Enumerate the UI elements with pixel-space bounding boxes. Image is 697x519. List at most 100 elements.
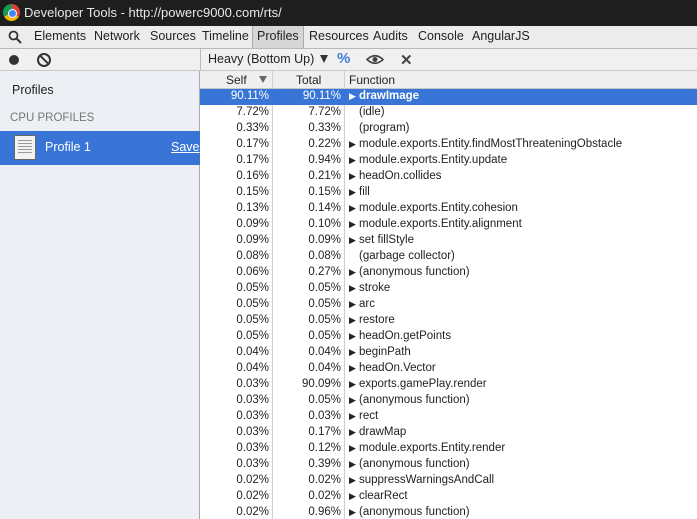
- table-row[interactable]: 0.09% 0.09% ▶ set fillStyle: [200, 233, 697, 249]
- self-time-cell: 0.04%: [236, 362, 269, 374]
- table-row[interactable]: 0.15% 0.15% ▶ fill: [200, 185, 697, 201]
- self-time-cell: 0.04%: [236, 346, 269, 358]
- expand-triangle-icon[interactable]: ▶: [349, 203, 356, 214]
- table-row[interactable]: 0.03% 0.17% ▶ drawMap: [200, 425, 697, 441]
- profile-name: Profile 1: [45, 140, 91, 154]
- expand-triangle-icon[interactable]: ▶: [349, 155, 356, 166]
- column-header-function[interactable]: Function: [349, 73, 395, 87]
- percent-toggle-icon[interactable]: %: [337, 50, 350, 67]
- expand-triangle-icon[interactable]: ▶: [349, 443, 356, 454]
- function-name-cell: suppressWarningsAndCall: [359, 474, 495, 486]
- table-row[interactable]: 0.13% 0.14% ▶ module.exports.Entity.cohesio…: [200, 201, 697, 217]
- table-row[interactable]: 0.05% 0.05% ▶ stroke: [200, 281, 697, 297]
- expand-triangle-icon[interactable]: ▶: [349, 427, 356, 438]
- table-row[interactable]: 0.04% 0.04% ▶ beginPath: [200, 345, 697, 361]
- view-mode-select[interactable]: Heavy (Bottom Up): [208, 52, 314, 66]
- exclude-x-icon[interactable]: ✕: [400, 51, 413, 69]
- table-row[interactable]: 0.17% 0.94% ▶ module.exports.Entity.update: [200, 153, 697, 169]
- profile-document-icon: [14, 135, 36, 160]
- table-row[interactable]: 0.03% 0.39% ▶ (anonymous function): [200, 457, 697, 473]
- sidebar-item-profile-1[interactable]: Profile 1 Save: [0, 131, 200, 165]
- expand-triangle-icon[interactable]: ▶: [349, 171, 356, 182]
- tab-audits[interactable]: Audits: [369, 26, 412, 48]
- toolbar-divider: [200, 49, 201, 71]
- function-name-cell: headOn.Vector: [359, 362, 436, 374]
- function-name-cell: rect: [359, 410, 379, 422]
- table-row[interactable]: 0.03% 0.05% ▶ (anonymous function): [200, 393, 697, 409]
- tab-resources[interactable]: Resources: [305, 26, 373, 48]
- tab-console[interactable]: Console: [414, 26, 468, 48]
- clear-icon[interactable]: [37, 53, 51, 67]
- expand-triangle-icon[interactable]: ▶: [349, 219, 356, 230]
- function-name-cell: module.exports.Entity.alignment: [359, 218, 522, 230]
- table-row[interactable]: 0.06% 0.27% ▶ (anonymous function): [200, 265, 697, 281]
- self-time-cell: 0.03%: [236, 378, 269, 390]
- expand-triangle-icon[interactable]: ▶: [349, 235, 356, 246]
- expand-triangle-icon[interactable]: ▶: [349, 91, 356, 102]
- panel-tab-bar: Elements Network Sources Timeline Profil…: [0, 26, 697, 49]
- table-row[interactable]: 90.11% 90.11% ▶ drawImage: [200, 89, 697, 105]
- table-row[interactable]: 0.05% 0.05% ▶ arc: [200, 297, 697, 313]
- table-row[interactable]: 0.05% 0.05% ▶ headOn.getPoints: [200, 329, 697, 345]
- expand-triangle-icon[interactable]: ▶: [349, 491, 356, 502]
- column-header-total[interactable]: Total: [296, 73, 321, 87]
- total-time-cell: 0.05%: [308, 314, 341, 326]
- expand-triangle-icon[interactable]: ▶: [349, 267, 356, 278]
- tab-network[interactable]: Network: [90, 26, 144, 48]
- tab-elements[interactable]: Elements: [30, 26, 90, 48]
- table-row[interactable]: 0.02% 0.96% ▶ (anonymous function): [200, 505, 697, 519]
- expand-triangle-icon[interactable]: ▶: [349, 379, 356, 390]
- grid-header: Self Total Function: [200, 71, 697, 89]
- view-caret-icon[interactable]: [320, 55, 328, 63]
- tab-sources[interactable]: Sources: [146, 26, 200, 48]
- table-row[interactable]: 0.03% 90.09% ▶ exports.gamePlay.render: [200, 377, 697, 393]
- window-title: Developer Tools - http://powerc9000.com/…: [24, 5, 282, 20]
- expand-triangle-icon[interactable]: ▶: [349, 331, 356, 342]
- save-link[interactable]: Save: [171, 140, 200, 154]
- expand-triangle-icon[interactable]: ▶: [349, 299, 356, 310]
- expand-triangle-icon[interactable]: ▶: [349, 459, 356, 470]
- table-row[interactable]: 0.02% 0.02% ▶ suppressWarningsAndCall: [200, 473, 697, 489]
- total-time-cell: 0.02%: [308, 490, 341, 502]
- expand-triangle-icon[interactable]: ▶: [349, 283, 356, 294]
- tab-angularjs[interactable]: AngularJS: [468, 26, 534, 48]
- self-time-cell: 0.17%: [236, 154, 269, 166]
- expand-triangle-icon[interactable]: ▶: [349, 347, 356, 358]
- table-row[interactable]: 0.05% 0.05% ▶ restore: [200, 313, 697, 329]
- table-row[interactable]: 0.03% 0.03% ▶ rect: [200, 409, 697, 425]
- expand-triangle-icon[interactable]: ▶: [349, 187, 356, 198]
- function-name-cell: fill: [359, 186, 370, 198]
- table-row[interactable]: 0.09% 0.10% ▶ module.exports.Entity.alignme…: [200, 217, 697, 233]
- column-header-self[interactable]: Self: [226, 73, 247, 87]
- function-name-cell: (garbage collector): [359, 250, 455, 262]
- table-row[interactable]: 0.33% 0.33% (program): [200, 121, 697, 137]
- expand-triangle-icon[interactable]: ▶: [349, 139, 356, 150]
- table-row[interactable]: 7.72% 7.72% (idle): [200, 105, 697, 121]
- expand-triangle-icon[interactable]: ▶: [349, 475, 356, 486]
- function-name-cell: drawImage: [359, 90, 420, 102]
- table-row[interactable]: 0.02% 0.02% ▶ clearRect: [200, 489, 697, 505]
- window-titlebar: Developer Tools - http://powerc9000.com/…: [0, 0, 697, 26]
- table-row[interactable]: 0.04% 0.04% ▶ headOn.Vector: [200, 361, 697, 377]
- profiles-toolbar: Heavy (Bottom Up) % ✕: [0, 49, 697, 71]
- total-time-cell: 0.22%: [308, 138, 341, 150]
- record-icon[interactable]: [9, 55, 19, 65]
- focus-eye-icon[interactable]: [366, 54, 384, 65]
- total-time-cell: 0.15%: [308, 186, 341, 198]
- expand-triangle-icon[interactable]: ▶: [349, 395, 356, 406]
- table-row[interactable]: 0.08% 0.08% (garbage collector): [200, 249, 697, 265]
- self-time-cell: 0.02%: [236, 490, 269, 502]
- table-row[interactable]: 0.03% 0.12% ▶ module.exports.Entity.render: [200, 441, 697, 457]
- self-time-cell: 0.05%: [236, 298, 269, 310]
- sidebar-title[interactable]: Profiles: [12, 83, 54, 97]
- expand-triangle-icon[interactable]: ▶: [349, 411, 356, 422]
- self-time-cell: 0.03%: [236, 426, 269, 438]
- table-row[interactable]: 0.16% 0.21% ▶ headOn.collides: [200, 169, 697, 185]
- expand-triangle-icon[interactable]: ▶: [349, 363, 356, 374]
- tab-timeline[interactable]: Timeline: [198, 26, 253, 48]
- tab-profiles[interactable]: Profiles: [252, 26, 304, 48]
- search-icon[interactable]: [8, 30, 22, 44]
- expand-triangle-icon[interactable]: ▶: [349, 315, 356, 326]
- expand-triangle-icon[interactable]: ▶: [349, 507, 356, 518]
- table-row[interactable]: 0.17% 0.22% ▶ module.exports.Entity.findMos…: [200, 137, 697, 153]
